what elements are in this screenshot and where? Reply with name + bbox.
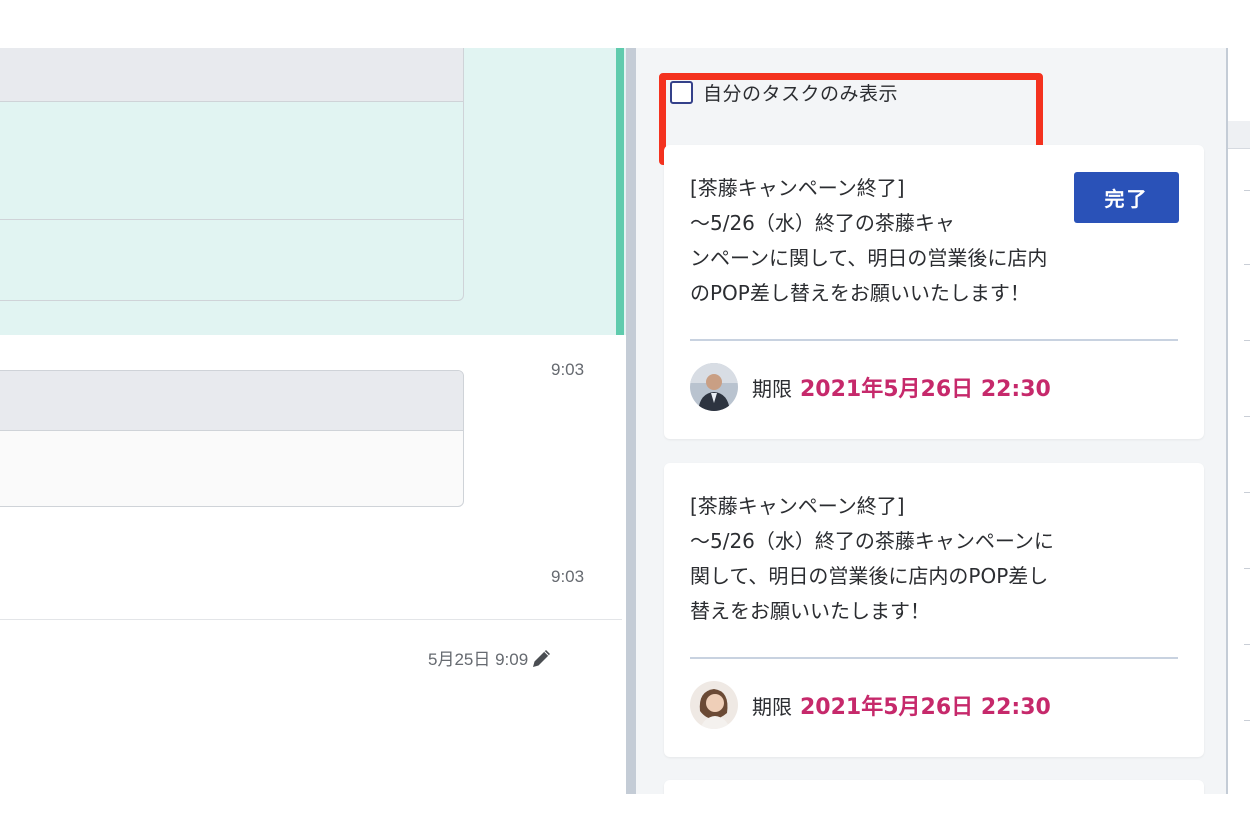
due-date-2: 2021年5月26日 22:30: [800, 695, 1051, 720]
avatar[interactable]: [690, 363, 738, 411]
row-tick: [1244, 340, 1250, 341]
attachment-card-header: [0, 48, 463, 102]
adjacent-panel-edge: [1226, 48, 1250, 794]
app-viewport: 9:03 9:03 5月25日 9:09 自分のタスクのみ表示 [茶藤キャンペー…: [0, 0, 1250, 834]
task-description: [茶藤キャンペーン終了] 〜5/26（水）終了の茶藤キャ ンペーンに関して、明日…: [690, 176, 1048, 305]
message-attachment-card[interactable]: [0, 48, 464, 301]
edited-timestamp-text: 5月25日 9:09: [428, 650, 529, 669]
avatar-2[interactable]: [690, 681, 738, 729]
task-panel: 自分のタスクのみ表示 [茶藤キャンペーン終了] 〜5/26（水）終了の茶藤キャ …: [636, 48, 1226, 794]
panel-separator[interactable]: [626, 48, 636, 794]
pencil-icon[interactable]: [530, 646, 554, 670]
attachment-card-divider: [0, 219, 463, 220]
row-tick: [1244, 644, 1250, 645]
message-attachment-card-2[interactable]: [0, 370, 464, 507]
complete-button[interactable]: 完了: [1074, 172, 1179, 223]
adjacent-panel-border: [1226, 48, 1228, 794]
row-tick: [1244, 568, 1250, 569]
chat-message-list[interactable]: 9:03 9:03 5月25日 9:09: [0, 48, 626, 794]
task-card-3[interactable]: [664, 780, 1204, 794]
adjacent-panel-header: [1228, 121, 1250, 149]
due-date: 2021年5月26日 22:30: [800, 377, 1051, 402]
row-tick: [1244, 720, 1250, 721]
due-label-2: 期限: [752, 694, 792, 719]
task-divider: [690, 339, 1178, 341]
message-divider: [0, 619, 622, 620]
task-card-2[interactable]: [茶藤キャンペーン終了] 〜5/26（水）終了の茶藤キャンペーンに 関して、明日…: [664, 463, 1204, 757]
task-footer: 期限 2021年5月26日 22:30: [690, 363, 1051, 411]
my-tasks-only-filter[interactable]: 自分のタスクのみ表示: [659, 73, 1043, 165]
message-time-2: 9:03: [551, 567, 585, 586]
row-tick: [1244, 416, 1250, 417]
task-divider-2: [690, 657, 1178, 659]
row-tick: [1244, 264, 1250, 265]
due-label: 期限: [752, 376, 792, 401]
unread-indicator-bar: [616, 48, 624, 335]
attachment-card-header-2: [0, 371, 463, 431]
task-card[interactable]: [茶藤キャンペーン終了] 〜5/26（水）終了の茶藤キャ ンペーンに関して、明日…: [664, 145, 1204, 439]
row-tick: [1244, 190, 1250, 191]
edited-timestamp: 5月25日 9:09: [428, 645, 554, 670]
row-tick: [1244, 492, 1250, 493]
message-time: 9:03: [551, 360, 585, 379]
task-description-2: [茶藤キャンペーン終了] 〜5/26（水）終了の茶藤キャンペーンに 関して、明日…: [690, 494, 1054, 623]
task-footer-2: 期限 2021年5月26日 22:30: [690, 681, 1051, 729]
